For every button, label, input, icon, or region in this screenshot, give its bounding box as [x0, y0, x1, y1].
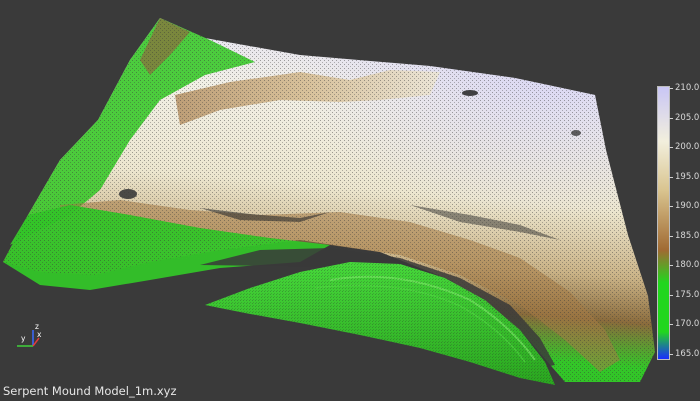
- file-name-label: Serpent Mound Model_1m.xyz: [3, 384, 177, 398]
- axis-x-label: x: [37, 330, 42, 339]
- scalar-tick-mark: [669, 354, 673, 355]
- color-ramp: [657, 86, 670, 360]
- scalar-tick-label: 205.0: [675, 112, 700, 123]
- scalar-tick-label: 165.0: [675, 349, 700, 359]
- scalar-tick-mark: [669, 147, 673, 149]
- scalar-tick-label: 190.0: [675, 201, 700, 212]
- scalar-tick-label: 210.0: [675, 83, 700, 93]
- scalar-color-bar: 210.0 205.0 200.0 195.0 190.0 185.0 180.0 175.0…: [655, 83, 700, 362]
- axes-gizmo: z y x: [13, 322, 45, 352]
- scalar-tick-mark: [669, 88, 673, 89]
- axis-y-label: y: [21, 334, 26, 343]
- scalar-tick-mark: [669, 176, 673, 178]
- point-cloud-terrain[interactable]: [0, 0, 700, 401]
- scalar-tick-label: 175.0: [675, 289, 700, 300]
- scalar-tick-mark: [669, 206, 673, 208]
- 3d-viewport[interactable]: 210.0 205.0 200.0 195.0 190.0 185.0 180.0 175.0…: [0, 0, 700, 401]
- scalar-tick-label: 170.0: [675, 319, 700, 330]
- scalar-tick-label: 200.0: [675, 142, 700, 153]
- scalar-tick-label: 195.0: [675, 171, 700, 182]
- scalar-tick-mark: [669, 235, 673, 237]
- scalar-tick-mark: [669, 265, 673, 267]
- scalar-tick-label: 180.0: [675, 260, 700, 271]
- scalar-tick-mark: [669, 324, 673, 326]
- scalar-tick-mark: [669, 117, 673, 119]
- scalar-tick-label: 185.0: [675, 230, 700, 241]
- scalar-tick-mark: [669, 294, 673, 296]
